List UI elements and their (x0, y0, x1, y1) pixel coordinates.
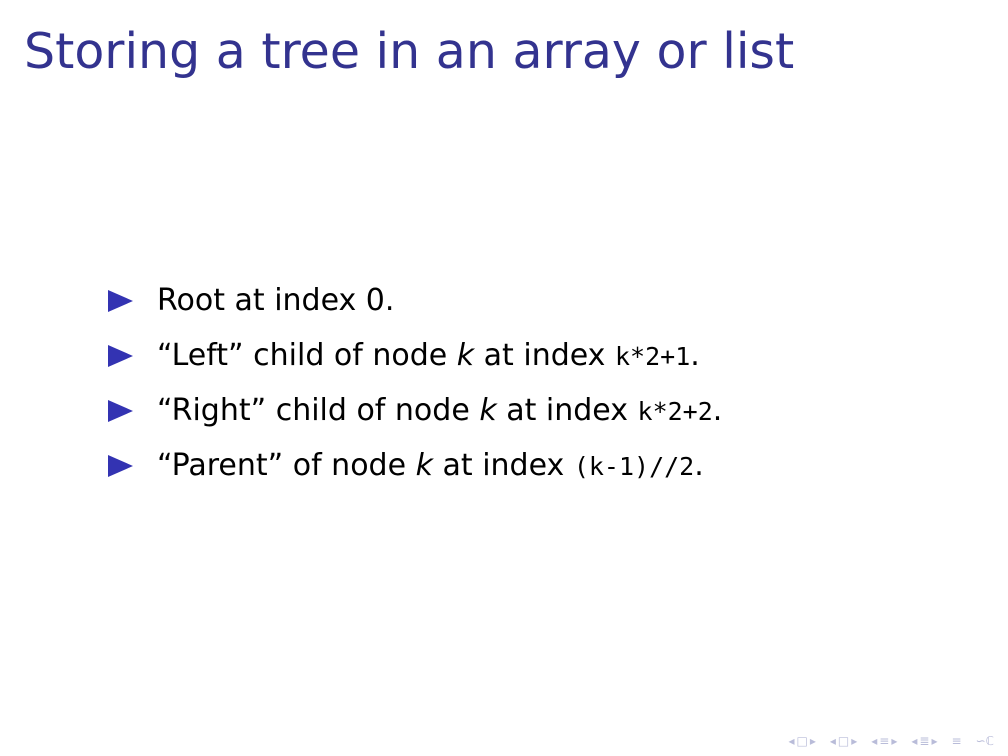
code-expression: k*2+2 (637, 397, 713, 426)
bullet-text-part: “Right” child of node (157, 393, 480, 428)
bullet-item-parent: “Parent” of node k at index (k-1)//2. (108, 438, 722, 493)
math-variable: k (456, 338, 475, 373)
bullet-item-left-child: “Left” child of node k at index k*2+1. (108, 328, 722, 383)
bullet-text: “Parent” of node k at index (k-1)//2. (157, 448, 704, 483)
beamer-navigation-bar: ◂ □ ▸ ◂ □ ▸ ◂ ≡ ▸ ◂ ≣ ▸ ≡ ∽ℂ (788, 734, 994, 748)
triangle-bullet-icon (108, 289, 133, 312)
code-expression: k*2+1 (614, 342, 691, 371)
frame-icon[interactable]: □ (796, 734, 807, 748)
bullet-item-right-child: “Right” child of node k at index k*2+2. (108, 383, 722, 438)
bullet-text-part: Root at index 0. (157, 283, 395, 318)
triangle-bullet-icon (108, 399, 133, 422)
arrow-left-icon[interactable]: ◂ (788, 734, 794, 748)
arrow-left-icon[interactable]: ◂ (830, 734, 836, 748)
frame-nav-group: ◂ □ ▸ (788, 734, 815, 748)
bullet-text-part: at index (496, 393, 638, 428)
bullet-text: “Left” child of node k at index k*2+1. (157, 338, 700, 373)
bullet-text-part: . (712, 393, 723, 428)
arrow-right-icon[interactable]: ▸ (931, 734, 937, 748)
arrow-left-icon[interactable]: ◂ (871, 734, 877, 748)
section-nav-group: ◂ ≡ ▸ (871, 734, 897, 748)
arrow-left-icon[interactable]: ◂ (911, 734, 917, 748)
align-nav-group: ≡ (952, 734, 962, 748)
bullet-list: Root at index 0. “Left” child of node k … (108, 273, 722, 493)
triangle-bullet-icon (108, 344, 133, 367)
arrow-right-icon[interactable]: ▸ (851, 734, 857, 748)
section-icon[interactable]: ≡ (879, 734, 889, 748)
code-expression: (k-1)//2 (573, 452, 695, 481)
arrow-right-icon[interactable]: ▸ (891, 734, 897, 748)
bullet-text-part: . (694, 448, 704, 483)
subsection-icon[interactable]: □ (838, 734, 849, 748)
arrow-right-icon[interactable]: ▸ (810, 734, 816, 748)
bullet-item-root: Root at index 0. (108, 273, 722, 328)
bullet-text: “Right” child of node k at index k*2+2. (157, 393, 722, 428)
bullet-text-part: “Parent” of node (157, 448, 416, 483)
bullet-text: Root at index 0. (157, 283, 394, 318)
align-icon[interactable]: ≡ (952, 734, 962, 748)
bullet-text-part: at index (432, 448, 574, 483)
document-icon[interactable]: ≣ (919, 734, 929, 748)
math-variable: k (479, 393, 497, 428)
bullet-text-part: . (690, 338, 700, 373)
document-nav-group: ◂ ≣ ▸ (911, 734, 937, 748)
subsection-nav-group: ◂ □ ▸ (830, 734, 857, 748)
slide-title: Storing a tree in an array or list (24, 23, 795, 80)
search-icon[interactable]: ∽ℂ (976, 734, 994, 748)
bullet-text-part: “Left” child of node (157, 338, 457, 373)
triangle-bullet-icon (108, 454, 133, 477)
bullet-text-part: at index (474, 338, 615, 373)
math-variable: k (415, 448, 433, 483)
